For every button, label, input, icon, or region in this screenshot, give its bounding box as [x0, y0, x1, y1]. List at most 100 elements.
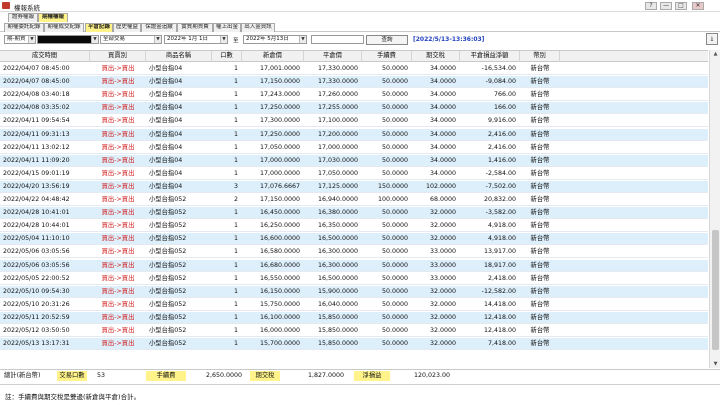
table-row[interactable]: 2022/05/13 13:17:31 買出->買出 小型台指052 1 15,700.… — [0, 338, 708, 351]
tab-trade-records[interactable]: 期權成交紀錄 — [44, 23, 84, 32]
cell-fee: 50.0000 — [381, 130, 408, 138]
cell-currency: 新台幣 — [530, 248, 550, 256]
column-header-net-pnl[interactable]: 平倉損益淨額 — [460, 51, 520, 62]
date-from-value: 2022年 1月 1日 — [167, 36, 208, 42]
table-row[interactable]: 2022/05/11 20:52:59 買出->買出 小型台指052 1 16,100.… — [0, 311, 708, 324]
date-to-picker[interactable]: 2022年 5月13日 ▼ — [243, 35, 307, 44]
cell-product-name: 小型台指04 — [149, 104, 183, 112]
table-row[interactable]: 2022/04/07 08:45:00 買出->買出 小型台指04 1 17,150.0… — [0, 76, 708, 89]
account-select[interactable]: ▼ — [37, 35, 99, 44]
table-row[interactable]: 2022/04/11 09:54:54 買出->買出 小型台指04 1 17,300.0… — [0, 115, 708, 128]
table-row[interactable]: 2022/05/12 03:50:50 買出->買出 小型台指052 1 16,000.… — [0, 325, 708, 337]
tab-order-records[interactable]: 期權委託紀錄 — [4, 23, 44, 32]
table-row[interactable]: 2022/04/28 10:41:01 買出->買出 小型台指052 1 16,450.… — [0, 207, 708, 220]
cell-close-price: 17,125.0000 — [317, 182, 358, 190]
cell-lots: 1 — [233, 65, 238, 72]
table-row[interactable]: 2022/05/10 09:54:30 買出->買出 小型台指052 1 16,150.… — [0, 285, 708, 298]
vertical-scrollbar[interactable]: ▲ ▼ — [709, 50, 720, 368]
table-row[interactable]: 2022/04/11 13:02:12 買出->買出 小型台指04 1 17,050.0… — [0, 141, 708, 154]
table-row[interactable]: 2022/04/07 08:45:00 買出->買出 小型台指04 1 17,001.0… — [0, 63, 708, 75]
calendar-dropdown-icon: ▼ — [220, 36, 227, 43]
cell-lots: 3 — [233, 182, 238, 190]
cell-fee: 50.0000 — [381, 65, 408, 72]
search-input[interactable] — [311, 35, 364, 44]
cell-fee: 50.0000 — [381, 261, 408, 269]
cell-tax: 32.0000 — [429, 209, 456, 217]
column-header-close-price[interactable]: 平倉價 — [304, 51, 362, 62]
trade-type-select[interactable]: 全部交易 ▼ — [100, 35, 162, 44]
table-row[interactable]: 2022/05/06 03:05:56 買出->買出 小型台指052 1 16,580.… — [0, 246, 708, 259]
table-row[interactable]: 2022/04/11 09:31:13 買出->買出 小型台指04 1 17,250.0… — [0, 128, 708, 141]
help-button[interactable]: ? — [645, 2, 657, 10]
cell-fee: 50.0000 — [381, 300, 408, 308]
cell-tax: 34.0000 — [429, 156, 456, 164]
column-header-fee[interactable]: 手續費 — [362, 51, 412, 62]
tab-fund-info[interactable]: 出入金資訊 — [241, 23, 275, 32]
cell-fee: 50.0000 — [381, 143, 408, 151]
table-row[interactable]: 2022/04/28 10:44:01 買出->買出 小型台指052 1 16,250.… — [0, 220, 708, 233]
column-header-lots[interactable]: 口數 — [212, 51, 242, 62]
cell-trade-time: 2022/04/28 10:41:01 — [3, 209, 70, 217]
column-header-trade-time[interactable]: 成交時間 — [0, 51, 90, 62]
scroll-down-icon[interactable]: ▼ — [710, 360, 720, 368]
table-row[interactable]: 2022/05/10 20:31:26 買出->買出 小型台指052 1 15,750.… — [0, 298, 708, 311]
column-header-tax[interactable]: 期交稅 — [412, 51, 460, 62]
scroll-up-icon[interactable]: ▲ — [710, 50, 720, 58]
table-row[interactable]: 2022/04/08 03:40:18 買出->買出 小型台指04 1 17,243.0… — [0, 89, 708, 102]
export-icon[interactable]: ⤓ — [706, 33, 718, 45]
table-row[interactable]: 2022/05/04 11:10:10 買出->買出 小型台指052 1 16,600.… — [0, 233, 708, 246]
cell-trade-time: 2022/04/15 09:01:19 — [3, 169, 70, 177]
table-header: 成交時間 買賣別 商品名稱 口數 新倉價 平倉價 手續費 期交稅 平倉損益淨額 幣別 — [0, 50, 708, 62]
tab-futures-report[interactable]: 期權權報 — [38, 13, 68, 22]
cell-buy-sell: 買出->買出 — [101, 340, 135, 348]
cell-close-price: 17,050.0000 — [317, 169, 358, 177]
cell-tax: 34.0000 — [429, 65, 456, 72]
table-row[interactable]: 2022/05/05 22:00:52 買出->買出 小型台指052 1 16,550.… — [0, 272, 708, 285]
table-row[interactable]: 2022/04/08 03:35:02 買出->買出 小型台指04 1 17,250.0… — [0, 102, 708, 115]
tab-close-records[interactable]: 平倉記錄 — [85, 23, 113, 32]
cell-currency: 新台幣 — [530, 313, 550, 321]
query-button[interactable]: 查詢 — [366, 35, 408, 45]
close-button[interactable]: ✕ — [692, 2, 704, 10]
column-header-product-name[interactable]: 商品名稱 — [146, 51, 212, 62]
cell-product-name: 小型台指04 — [149, 117, 183, 125]
column-header-buy-sell[interactable]: 買賣別 — [90, 51, 146, 62]
table-row[interactable]: 2022/04/20 13:56:19 買出->買出 小型台指04 3 17,076.6… — [0, 180, 708, 193]
lots-value: 53 — [97, 372, 106, 379]
tab-history-equity[interactable]: 歷史權益 — [113, 23, 141, 32]
tab-securities-report[interactable]: 證券權報 — [8, 13, 38, 22]
column-header-currency[interactable]: 幣別 — [520, 51, 560, 62]
account-type-select[interactable]: 期-期貨 ▼ — [4, 35, 36, 44]
table-row[interactable]: 2022/04/22 04:48:42 買出->買出 小型台指052 2 17,150.… — [0, 194, 708, 206]
cell-currency: 新台幣 — [530, 78, 550, 86]
scroll-thumb[interactable] — [712, 230, 719, 350]
totals-bar: 總計(新台幣) 交易口數 53 手續費 2,650.0000 期交稅 1,827… — [0, 369, 720, 381]
table-row[interactable]: 2022/04/15 09:01:19 買出->買出 小型台指04 1 17,000.0… — [0, 167, 708, 180]
maximize-button[interactable]: □ — [675, 2, 687, 10]
minimize-button[interactable]: — — [660, 2, 672, 10]
cell-lots: 1 — [233, 327, 238, 334]
cell-currency: 新台幣 — [530, 65, 550, 72]
cell-trade-time: 2022/05/12 03:50:50 — [3, 327, 70, 334]
cell-fee: 50.0000 — [381, 327, 408, 334]
cell-product-name: 小型台指04 — [149, 78, 183, 86]
tab-futures-fee[interactable]: 實質期貨費 — [177, 23, 213, 32]
cell-trade-time: 2022/04/08 03:40:18 — [3, 91, 70, 99]
cell-trade-time: 2022/04/22 04:48:42 — [3, 196, 70, 203]
footnote-text: 註：手續費與期交稅是雙邊(新倉與平倉)合計。 — [5, 393, 141, 401]
tab-withdrawal[interactable]: 權上出金 — [213, 23, 241, 32]
table-row[interactable]: 2022/05/06 03:05:56 買出->買出 小型台指052 1 16,680.… — [0, 259, 708, 272]
cell-net-pnl: -9,084.00 — [485, 78, 516, 86]
cell-buy-sell: 買出->買出 — [101, 261, 135, 269]
cell-net-pnl: 18,917.00 — [483, 261, 516, 269]
table-row[interactable]: 2022/04/11 11:09:20 買出->買出 小型台指04 1 17,000.0… — [0, 154, 708, 167]
cell-lots: 1 — [233, 130, 238, 138]
date-from-picker[interactable]: 2022年 1月 1日 ▼ — [164, 35, 228, 44]
tab-margin-call[interactable]: 保證金追繳 — [141, 23, 177, 32]
query-timestamp: [2022/5/13-13:36:03] — [413, 36, 485, 43]
column-header-open-price[interactable]: 新倉價 — [242, 51, 304, 62]
cell-open-price: 17,000.0000 — [259, 169, 300, 177]
cell-trade-time: 2022/05/13 13:17:31 — [3, 340, 70, 348]
date-to-value: 2022年 5月13日 — [246, 36, 289, 42]
cell-product-name: 小型台指052 — [149, 274, 187, 282]
